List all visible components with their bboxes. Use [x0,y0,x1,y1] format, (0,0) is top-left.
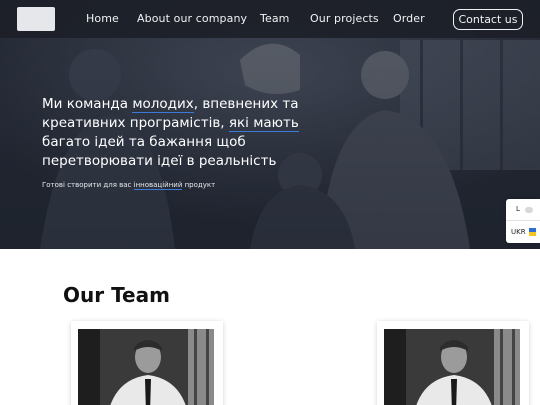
hero-title-highlight: які мають [228,115,299,132]
nav-about-link[interactable]: About our company [137,12,247,25]
language-toggle-label: L [516,205,520,213]
hero-subtitle: Готові створити для вас інноваційний про… [42,181,216,190]
nav-team-link[interactable]: Team [260,12,289,25]
language-current[interactable]: UKR [511,228,526,236]
hero-title: Ми команда молодих, впевнених та креатив… [42,95,312,171]
nav-order-link[interactable]: Order [393,12,425,25]
hero-subtitle-highlight: інноваційний [133,181,183,190]
toggle-knob-icon [525,207,533,213]
hero-title-part: багато ідей та бажання щоб перетворювати… [42,134,277,169]
hero-subtitle-part: Готові створити для вас [42,181,134,189]
top-navigation: Home About our company Team Our projects… [0,0,540,38]
team-section-title: Our Team [63,283,170,307]
hero-title-part: Ми команда [42,96,133,112]
team-member-photo [78,329,214,405]
nav-projects-link[interactable]: Our projects [310,12,379,25]
team-member-card[interactable] [377,321,529,405]
nav-home-link[interactable]: Home [86,12,119,25]
contact-us-button[interactable]: Contact us [453,9,523,30]
team-member-card[interactable] [71,321,223,405]
hero-title-highlight: молодих [132,96,194,113]
ukraine-flag-icon [529,228,536,236]
logo[interactable] [17,7,55,31]
hero-subtitle-part: продукт [182,181,216,189]
hero-section: Home About our company Team Our projects… [0,0,540,249]
language-toggle[interactable]: L [506,199,540,221]
team-member-photo [384,329,520,405]
language-switcher: L UKR [506,199,540,243]
